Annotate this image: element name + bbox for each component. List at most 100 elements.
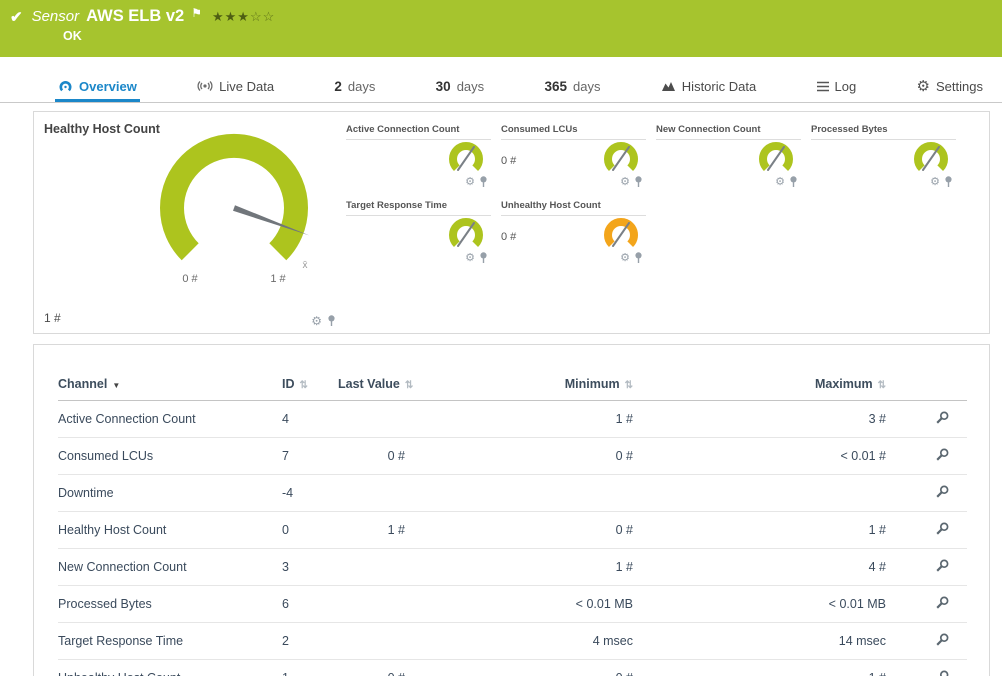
cell-last-value [338, 474, 433, 512]
cell-minimum: 0 # [433, 511, 678, 549]
gauges-panel: Healthy Host Count 0 # 1 # x̄ 1 # ⚙ Acti… [33, 111, 990, 334]
tab-365-days[interactable]: 365 days [541, 70, 603, 102]
mini-gauge-title: Consumed LCUs [501, 124, 646, 140]
stars-empty: ☆☆ [249, 8, 276, 24]
mini-gauge-title: New Connection Count [656, 124, 801, 140]
priority-rating[interactable]: ★★★☆☆ [212, 9, 275, 25]
sort-active-icon: ▼ [112, 381, 121, 390]
tab-historic-data[interactable]: Historic Data [658, 70, 759, 102]
sort-icon: ⇅ [624, 380, 633, 391]
column-header-id[interactable]: ID ⇅ [273, 371, 338, 401]
channels-table: Channel ▼ ID ⇅ Last Value ⇅ Minimum ⇅ Maximu… [58, 371, 967, 676]
tab-30-days[interactable]: 30 days [433, 70, 488, 102]
gauge-scale-max: 1 # [270, 273, 286, 285]
cell-minimum: 1 # [433, 400, 678, 438]
channels-panel: Channel ▼ ID ⇅ Last Value ⇅ Minimum ⇅ Maximu… [33, 344, 990, 676]
tab-2-days[interactable]: 2 days [331, 70, 378, 102]
tab-bar: Overview Live Data 2 days 30 days 365 da… [0, 70, 1002, 103]
gauge-settings-gear-icon[interactable]: ⚙ [465, 176, 475, 188]
gauge-pin-icon[interactable] [789, 176, 798, 188]
table-row: Consumed LCUs 7 0 # 0 # < 0.01 # [58, 437, 967, 475]
tab-log-label: Log [834, 78, 857, 94]
channel-settings-icon[interactable] [935, 669, 950, 676]
cell-minimum: 0 # [433, 659, 678, 676]
cell-channel: Consumed LCUs [58, 437, 273, 475]
cell-channel: Processed Bytes [58, 585, 273, 623]
gauge-settings-gear-icon[interactable]: ⚙ [775, 176, 785, 188]
cell-minimum: 1 # [433, 548, 678, 586]
status-check-icon: ✔ [10, 8, 23, 26]
cell-minimum: < 0.01 MB [433, 585, 678, 623]
tab-overview[interactable]: Overview [55, 70, 140, 102]
gauge-pin-icon[interactable] [634, 176, 643, 188]
column-header-channel[interactable]: Channel ▼ [58, 371, 273, 401]
cell-last-value: 1 # [338, 511, 433, 549]
gauge-pin-icon[interactable] [327, 315, 336, 327]
tab-settings[interactable]: ⚙ Settings [914, 70, 986, 102]
tab-2-days-word: days [347, 78, 376, 94]
cell-id: 2 [273, 622, 338, 660]
gauge-settings-gear-icon[interactable]: ⚙ [620, 176, 630, 188]
cell-channel: Unhealthy Host Count [58, 659, 273, 676]
primary-gauge-value: 1 # [44, 311, 61, 325]
table-header-row: Channel ▼ ID ⇅ Last Value ⇅ Minimum ⇅ Maximu… [58, 371, 967, 401]
cell-maximum: 3 # [678, 400, 918, 438]
cell-last-value [338, 548, 433, 586]
channel-settings-icon[interactable] [935, 632, 950, 647]
mini-gauge-value: 0 # [501, 155, 517, 167]
tab-log[interactable]: Log [814, 70, 860, 102]
table-row: New Connection Count 3 1 # 4 # [58, 548, 967, 586]
cell-id: -4 [273, 474, 338, 512]
channel-settings-icon[interactable] [935, 521, 950, 536]
gauge-average-marker: x̄ [303, 260, 308, 271]
primary-gauge-tile: Healthy Host Count 0 # 1 # x̄ 1 # ⚙ [34, 112, 344, 333]
gauge-settings-gear-icon[interactable]: ⚙ [311, 315, 322, 327]
channel-settings-icon[interactable] [935, 410, 950, 425]
channel-settings-icon[interactable] [935, 447, 950, 462]
channel-settings-icon[interactable] [935, 595, 950, 610]
channel-settings-icon[interactable] [935, 558, 950, 573]
cell-minimum: 4 msec [433, 622, 678, 660]
table-row: Healthy Host Count 0 1 # 0 # 1 # [58, 511, 967, 549]
historic-chart-icon [661, 82, 675, 91]
mini-gauge-tile-active-connection-count: Active Connection Count ⚙ [346, 124, 491, 188]
gauge-settings-gear-icon[interactable]: ⚙ [930, 176, 940, 188]
gauge-pin-icon[interactable] [944, 176, 953, 188]
mini-gauge-tile-consumed-lcus: Consumed LCUs 0 # ⚙ [501, 124, 646, 188]
gauge-pin-icon[interactable] [634, 252, 643, 264]
cell-maximum: 4 # [678, 548, 918, 586]
gauge-settings-gear-icon[interactable]: ⚙ [620, 252, 630, 264]
cell-id: 6 [273, 585, 338, 623]
settings-gear-icon: ⚙ [916, 77, 930, 95]
column-header-last-value[interactable]: Last Value ⇅ [338, 371, 433, 401]
gauge-settings-gear-icon[interactable]: ⚙ [465, 252, 475, 264]
cell-id: 0 [273, 511, 338, 549]
sensor-title: AWS ELB v2 [86, 7, 185, 25]
tab-live-data[interactable]: Live Data [194, 70, 277, 102]
tab-365-days-word: days [573, 78, 601, 94]
table-row: Processed Bytes 6 < 0.01 MB < 0.01 MB [58, 585, 967, 623]
tab-live-data-label: Live Data [219, 78, 275, 94]
tab-365-days-number: 365 [544, 78, 568, 94]
table-row: Unhealthy Host Count 1 0 # 0 # 1 # [58, 659, 967, 676]
mini-gauge-dial [449, 218, 483, 248]
cell-last-value [338, 622, 433, 660]
mini-gauge-title: Target Response Time [346, 200, 491, 216]
channel-settings-icon[interactable] [935, 484, 950, 499]
table-row: Target Response Time 2 4 msec 14 msec [58, 622, 967, 660]
priority-flag-icon[interactable]: ⚑ [191, 6, 202, 20]
cell-channel: Active Connection Count [58, 400, 273, 438]
cell-id: 7 [273, 437, 338, 475]
column-header-actions [918, 371, 967, 401]
overview-gauge-icon [59, 80, 72, 91]
live-broadcast-icon [197, 81, 213, 91]
gauge-pin-icon[interactable] [479, 176, 488, 188]
cell-channel: Downtime [58, 474, 273, 512]
mini-gauge-tile-new-connection-count: New Connection Count ⚙ [656, 124, 801, 188]
column-header-maximum[interactable]: Maximum ⇅ [678, 371, 918, 401]
mini-gauge-dial [914, 142, 948, 172]
gauge-scale-min: 0 # [182, 273, 198, 285]
table-row: Downtime -4 [58, 474, 967, 512]
gauge-pin-icon[interactable] [479, 252, 488, 264]
column-header-minimum[interactable]: Minimum ⇅ [433, 371, 678, 401]
